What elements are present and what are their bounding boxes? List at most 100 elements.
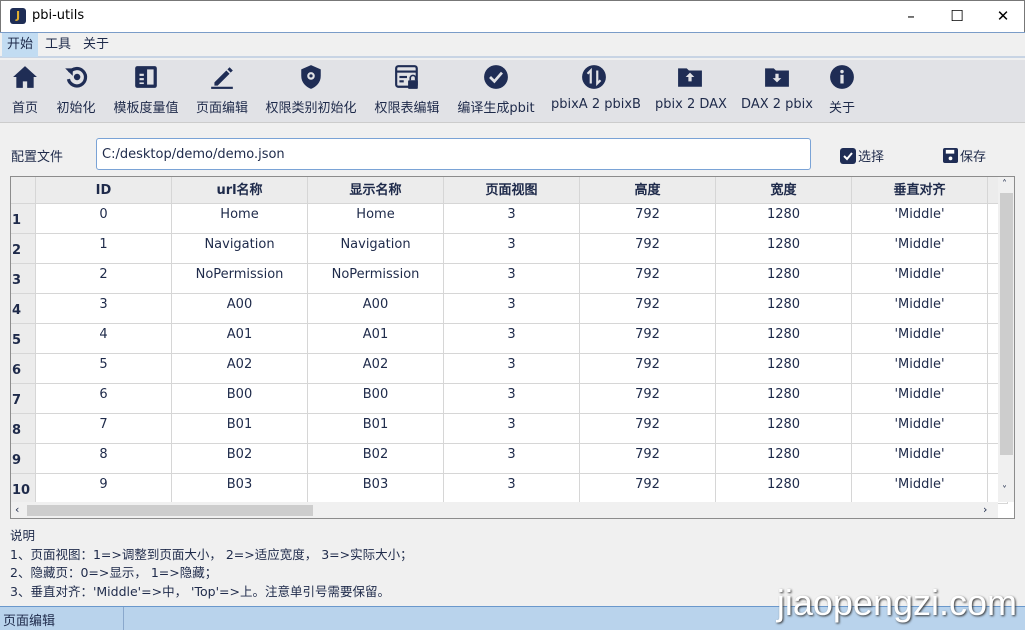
- table-cell[interactable]: 1280: [716, 264, 852, 294]
- table-cell[interactable]: A01: [308, 324, 444, 354]
- row-header[interactable]: 3: [11, 264, 36, 294]
- table-cell[interactable]: 'Middle': [852, 324, 988, 354]
- column-header[interactable]: 页面视图: [444, 177, 580, 204]
- table-cell[interactable]: B00: [308, 384, 444, 414]
- table-cell[interactable]: 3: [444, 234, 580, 264]
- table-cell[interactable]: A01: [172, 324, 308, 354]
- table-cell[interactable]: B00: [172, 384, 308, 414]
- scroll-down-icon[interactable]: ˅: [1002, 485, 1007, 496]
- row-header[interactable]: 4: [11, 294, 36, 324]
- table-cell[interactable]: 'Middle': [852, 264, 988, 294]
- row-header[interactable]: 7: [11, 384, 36, 414]
- table-cell[interactable]: B01: [308, 414, 444, 444]
- table-cell[interactable]: A02: [308, 354, 444, 384]
- vertical-scroll-thumb[interactable]: [1000, 193, 1013, 455]
- toolbar-permission-table-button[interactable]: 权限表编辑: [374, 64, 440, 120]
- config-file-input[interactable]: [96, 138, 811, 170]
- row-header[interactable]: 1: [11, 204, 36, 234]
- table-cell[interactable]: B02: [172, 444, 308, 474]
- menu-start[interactable]: 开始: [2, 33, 39, 57]
- table-cell[interactable]: 3: [444, 324, 580, 354]
- table-cell[interactable]: 3: [444, 474, 580, 504]
- scroll-right-icon[interactable]: ›: [983, 503, 987, 516]
- table-cell[interactable]: 'Middle': [852, 354, 988, 384]
- column-header[interactable]: 高度: [580, 177, 716, 204]
- table-cell[interactable]: 1280: [716, 354, 852, 384]
- column-header[interactable]: 垂直对齐: [852, 177, 988, 204]
- table-cell[interactable]: 792: [580, 264, 716, 294]
- table-cell[interactable]: 792: [580, 294, 716, 324]
- table-cell[interactable]: 6: [36, 384, 172, 414]
- scroll-up-icon[interactable]: ˄: [1002, 179, 1007, 190]
- table-cell[interactable]: 3: [444, 294, 580, 324]
- table-cell[interactable]: 'Middle': [852, 234, 988, 264]
- table-cell[interactable]: 792: [580, 444, 716, 474]
- table-cell[interactable]: 2: [36, 264, 172, 294]
- table-cell[interactable]: NoPermission: [172, 264, 308, 294]
- table-cell[interactable]: 'Middle': [852, 414, 988, 444]
- table-cell[interactable]: Navigation: [308, 234, 444, 264]
- table-cell[interactable]: 792: [580, 474, 716, 504]
- table-cell[interactable]: 3: [444, 384, 580, 414]
- table-cell[interactable]: 792: [580, 204, 716, 234]
- table-cell[interactable]: B03: [172, 474, 308, 504]
- table-cell[interactable]: 'Middle': [852, 294, 988, 324]
- table-cell[interactable]: 3: [36, 294, 172, 324]
- table-cell[interactable]: 3: [444, 354, 580, 384]
- table-cell[interactable]: 1280: [716, 324, 852, 354]
- toolbar-pbixa-pbixb-button[interactable]: pbixA 2 pbixB: [551, 64, 641, 120]
- toolbar-home-button[interactable]: 首页: [8, 64, 42, 120]
- maximize-button[interactable]: ☐: [934, 1, 980, 32]
- table-cell[interactable]: 1280: [716, 444, 852, 474]
- row-header[interactable]: 2: [11, 234, 36, 264]
- menu-tools[interactable]: 工具: [40, 33, 76, 57]
- table-corner[interactable]: [11, 177, 36, 204]
- table-cell[interactable]: 'Middle': [852, 474, 988, 504]
- toolbar-pbix-dax-button[interactable]: pbix 2 DAX: [655, 64, 727, 120]
- table-cell[interactable]: 1280: [716, 384, 852, 414]
- table-cell[interactable]: 1280: [716, 234, 852, 264]
- table-cell[interactable]: B03: [308, 474, 444, 504]
- table-cell[interactable]: B01: [172, 414, 308, 444]
- table-cell[interactable]: 7: [36, 414, 172, 444]
- table-cell[interactable]: 0: [36, 204, 172, 234]
- table-cell[interactable]: 'Middle': [852, 444, 988, 474]
- table-cell[interactable]: A02: [172, 354, 308, 384]
- table-cell[interactable]: 'Middle': [852, 384, 988, 414]
- toolbar-compile-button[interactable]: 编译生成pbit: [457, 64, 535, 120]
- table-cell[interactable]: Home: [172, 204, 308, 234]
- column-header[interactable]: ID: [36, 177, 172, 204]
- row-header[interactable]: 8: [11, 414, 36, 444]
- table-cell[interactable]: 1280: [716, 414, 852, 444]
- table-cell[interactable]: NoPermission: [308, 264, 444, 294]
- table-cell[interactable]: 3: [444, 444, 580, 474]
- table-cell[interactable]: 792: [580, 234, 716, 264]
- table-cell[interactable]: 9: [36, 474, 172, 504]
- table-cell[interactable]: 792: [580, 354, 716, 384]
- close-button[interactable]: ✕: [980, 1, 1025, 32]
- toolbar-about-button[interactable]: 关于: [827, 64, 857, 120]
- table-cell[interactable]: Navigation: [172, 234, 308, 264]
- table-cell[interactable]: 792: [580, 324, 716, 354]
- vertical-scrollbar[interactable]: ˄ ˅: [998, 177, 1014, 502]
- table-cell[interactable]: 792: [580, 414, 716, 444]
- table-cell[interactable]: 'Middle': [852, 204, 988, 234]
- table-cell[interactable]: 1280: [716, 294, 852, 324]
- table-cell[interactable]: 5: [36, 354, 172, 384]
- table-cell[interactable]: 3: [444, 204, 580, 234]
- table-cell[interactable]: 1: [36, 234, 172, 264]
- toolbar-template-button[interactable]: 模板度量值: [112, 64, 180, 120]
- toolbar-dax-pbix-button[interactable]: DAX 2 pbix: [741, 64, 813, 120]
- table-cell[interactable]: 3: [444, 264, 580, 294]
- save-button[interactable]: 保存: [943, 146, 986, 165]
- toolbar-permission-init-button[interactable]: 权限类别初始化: [265, 64, 357, 120]
- column-header[interactable]: 宽度: [716, 177, 852, 204]
- row-header[interactable]: 6: [11, 354, 36, 384]
- table-cell[interactable]: 3: [444, 414, 580, 444]
- column-header[interactable]: url名称: [172, 177, 308, 204]
- table-cell[interactable]: A00: [172, 294, 308, 324]
- select-button[interactable]: 选择: [840, 146, 884, 165]
- row-header[interactable]: 10: [11, 474, 36, 504]
- table-cell[interactable]: 8: [36, 444, 172, 474]
- scroll-left-icon[interactable]: ‹: [15, 503, 19, 516]
